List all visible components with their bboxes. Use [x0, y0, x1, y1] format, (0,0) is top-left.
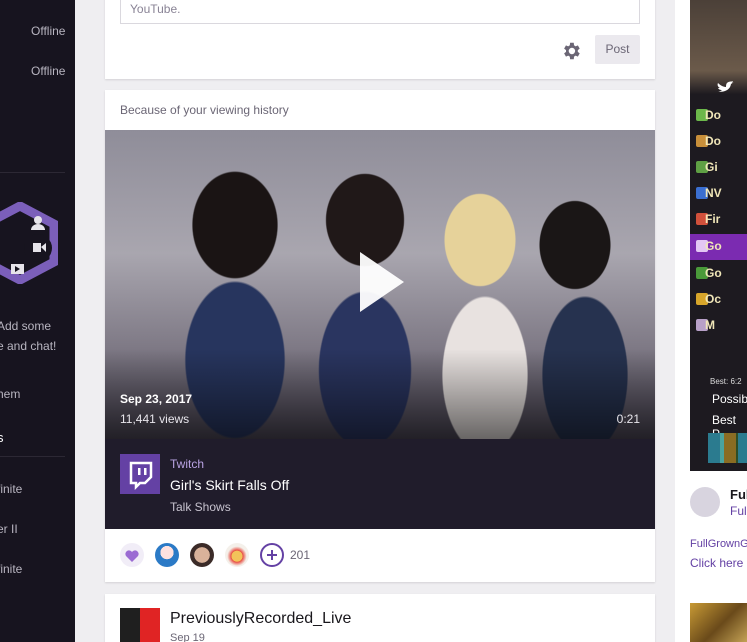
reaction-row: 201 — [120, 543, 640, 567]
video-thumbnail[interactable]: Sep 23, 2017 11,441 views 0:21 — [105, 130, 655, 439]
best-time-small: Best: 6:2 — [710, 377, 742, 386]
sidebar-prompt-link[interactable]: hem — [0, 387, 20, 401]
list-item: Do — [705, 134, 721, 148]
post-channel-name[interactable]: PreviouslyRecorded_Live — [170, 610, 351, 628]
gear-icon[interactable] — [560, 40, 582, 62]
video-meta: Twitch Girl's Skirt Falls Off Talk Shows — [105, 439, 655, 529]
post-button[interactable]: Post — [595, 35, 640, 64]
list-item: Go — [705, 239, 722, 253]
character-reaction-icon[interactable] — [225, 543, 249, 567]
list-item: NV — [705, 186, 722, 200]
description-link[interactable]: FullGrownG — [690, 538, 747, 550]
post-date: Sep 19 — [170, 632, 205, 642]
list-item: Go — [705, 266, 722, 280]
video-title[interactable]: Girl's Skirt Falls Off — [170, 477, 289, 493]
sidebar-game-item[interactable]: er II — [0, 522, 18, 536]
sidebar-divider — [0, 456, 65, 457]
channel-link[interactable]: Twitch — [170, 457, 204, 471]
sidebar-game-item[interactable]: finite — [0, 562, 22, 576]
list-item: Do — [705, 108, 721, 122]
heart-reaction-icon[interactable] — [120, 543, 144, 567]
card-header: Because of your viewing history — [120, 103, 289, 117]
list-item: M — [705, 318, 715, 332]
video-date: Sep 23, 2017 — [120, 392, 193, 406]
list-item: Fir — [705, 212, 721, 226]
feed: YouTube. Post Because of your viewing hi… — [75, 0, 675, 642]
video-views: 11,441 views — [120, 412, 190, 426]
friend-status: Offline — [31, 64, 66, 78]
sidebar-prompt: Add some — [0, 319, 52, 333]
reaction-count: 201 — [290, 548, 311, 562]
list-item: Oc — [705, 292, 722, 306]
channel-avatar[interactable] — [120, 608, 160, 642]
post-composer: YouTube. Post — [105, 0, 655, 79]
add-reaction-icon[interactable] — [260, 543, 284, 567]
twitter-bird-icon — [717, 81, 734, 92]
sidebar-prompt: e and chat! — [0, 339, 57, 353]
recommended-video-card: Because of your viewing history Sep 23, … — [105, 90, 655, 582]
split-info: Possib — [712, 392, 747, 406]
emote-reaction-icon[interactable] — [155, 543, 179, 567]
click-here-link[interactable]: Click here — [690, 556, 743, 570]
item-grid — [708, 433, 747, 463]
avatar[interactable] — [690, 487, 720, 517]
streamer-name[interactable]: Ful — [730, 487, 747, 502]
streamer-subtitle[interactable]: Full — [730, 504, 747, 518]
category-link[interactable]: Talk Shows — [170, 500, 231, 514]
play-icon[interactable] — [360, 252, 404, 312]
sidebar-divider — [0, 172, 65, 173]
feed-post-card: PreviouslyRecorded_Live Sep 19 — [105, 594, 655, 642]
video-duration: 0:21 — [616, 412, 640, 426]
friends-hex-icon — [0, 202, 58, 284]
sidebar-section-label: s — [0, 430, 4, 445]
right-panel: Do Do Gi NV Fir Go Go Oc M Best: 6:2 Pos… — [675, 0, 747, 642]
friend-status: Offline — [31, 24, 66, 38]
left-sidebar: Offline Offline Add some e and chat! hem… — [0, 0, 75, 642]
post-input[interactable]: YouTube. — [120, 0, 640, 24]
list-item: Gi — [705, 160, 718, 174]
sidebar-game-item[interactable]: finite — [0, 482, 22, 496]
panel-thumbnail[interactable] — [690, 603, 747, 642]
twitch-logo-icon[interactable] — [120, 454, 160, 494]
face-reaction-icon[interactable] — [190, 543, 214, 567]
